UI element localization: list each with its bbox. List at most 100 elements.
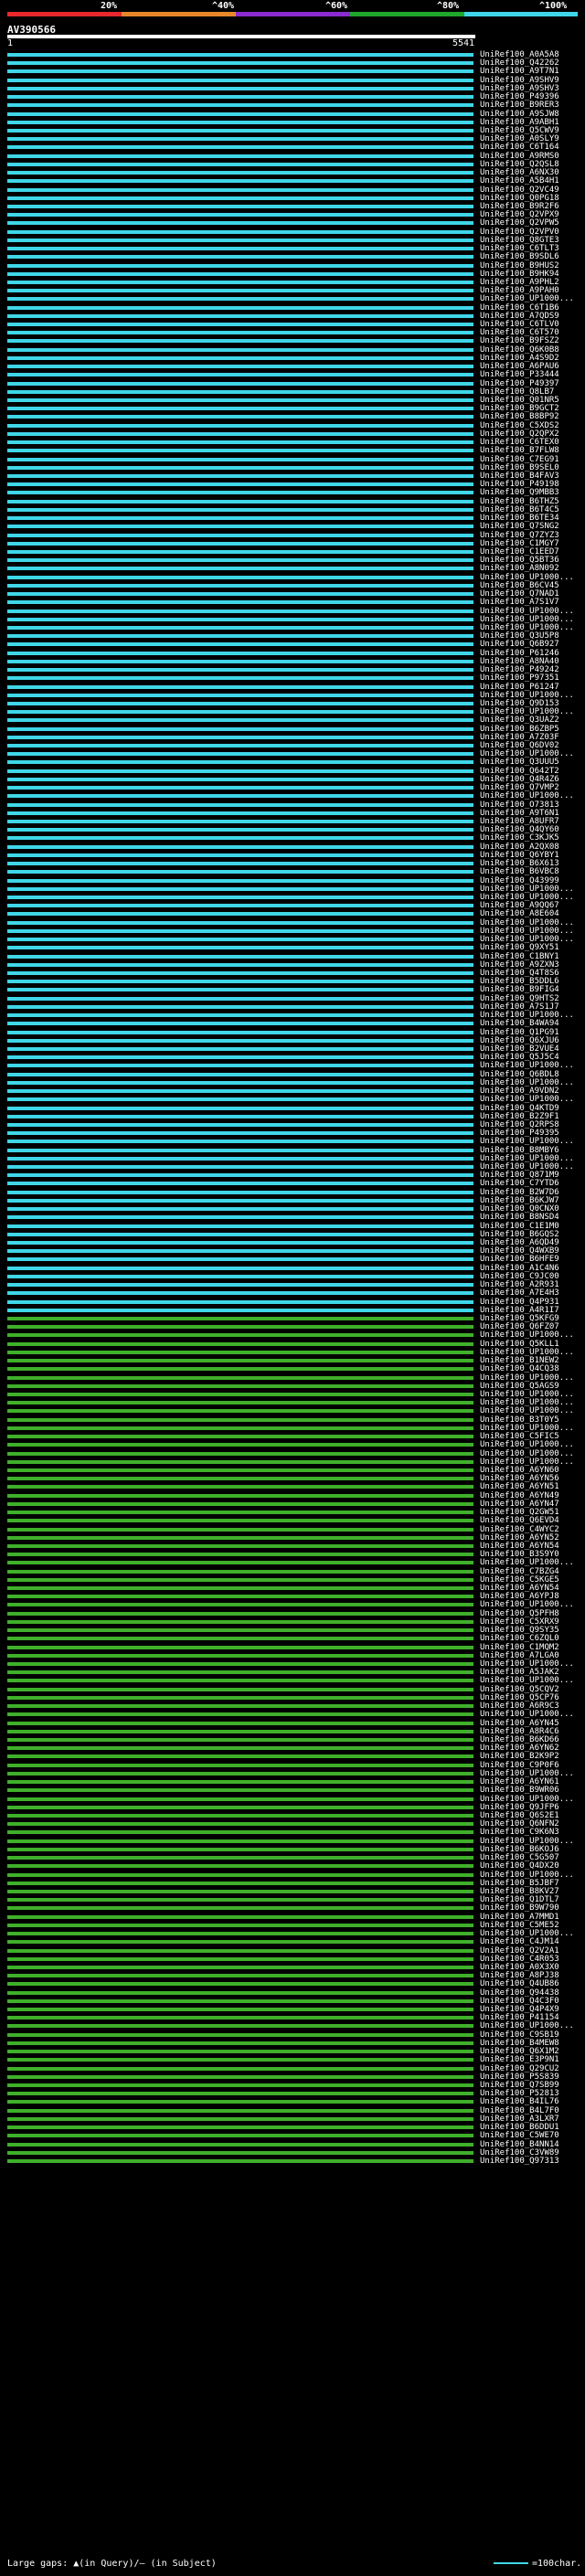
hit-bar[interactable] bbox=[7, 331, 473, 335]
hit-bar[interactable] bbox=[7, 1561, 473, 1565]
hit-bar[interactable] bbox=[7, 853, 473, 857]
hit-bar[interactable] bbox=[7, 1333, 473, 1338]
hit-bar[interactable] bbox=[7, 920, 473, 925]
hit-bar[interactable] bbox=[7, 2116, 473, 2121]
hit-bar[interactable] bbox=[7, 760, 473, 765]
hit-bar[interactable] bbox=[7, 1257, 473, 1262]
hit-bar[interactable] bbox=[7, 1485, 473, 1489]
hit-bar[interactable] bbox=[7, 1619, 473, 1624]
hit-bar[interactable] bbox=[7, 1914, 473, 1919]
hit-bar[interactable] bbox=[7, 701, 473, 705]
hit-bar[interactable] bbox=[7, 482, 473, 487]
hit-bar[interactable] bbox=[7, 1401, 473, 1405]
hit-bar[interactable] bbox=[7, 1299, 473, 1304]
hit-bar[interactable] bbox=[7, 575, 473, 579]
hit-bar[interactable] bbox=[7, 2092, 473, 2096]
hit-bar[interactable] bbox=[7, 2142, 473, 2147]
hit-bar[interactable] bbox=[7, 507, 473, 512]
hit-bar[interactable] bbox=[7, 988, 473, 992]
hit-bar[interactable] bbox=[7, 617, 473, 621]
hit-bar[interactable] bbox=[7, 928, 473, 933]
hit-bar[interactable] bbox=[7, 600, 473, 605]
hit-bar[interactable] bbox=[7, 1763, 473, 1767]
hit-bar[interactable] bbox=[7, 1569, 473, 1574]
hit-bar[interactable] bbox=[7, 525, 473, 529]
hit-bar[interactable] bbox=[7, 752, 473, 757]
hit-bar[interactable] bbox=[7, 1317, 473, 1320]
hit-bar[interactable] bbox=[7, 2058, 473, 2062]
hit-bar[interactable] bbox=[7, 128, 473, 133]
hit-bar[interactable] bbox=[7, 2008, 473, 2012]
hit-bar[interactable] bbox=[7, 499, 473, 504]
hit-bar[interactable] bbox=[7, 1325, 473, 1330]
hit-bar[interactable] bbox=[7, 465, 473, 470]
hit-bar[interactable] bbox=[7, 229, 473, 234]
hit-bar[interactable] bbox=[7, 69, 473, 74]
hit-bar[interactable] bbox=[7, 187, 473, 192]
hit-bar[interactable] bbox=[7, 1797, 473, 1801]
hit-bar[interactable] bbox=[7, 1738, 473, 1742]
hit-bar[interactable] bbox=[7, 1435, 473, 1439]
hit-bar[interactable] bbox=[7, 2100, 473, 2104]
hit-bar[interactable] bbox=[7, 1653, 473, 1658]
hit-bar[interactable] bbox=[7, 171, 473, 175]
hit-bar[interactable] bbox=[7, 95, 473, 100]
hit-bar[interactable] bbox=[7, 2024, 473, 2029]
hit-bar[interactable] bbox=[7, 1847, 473, 1851]
hit-bar[interactable] bbox=[7, 213, 473, 217]
hit-bar[interactable] bbox=[7, 1923, 473, 1927]
hit-bar[interactable] bbox=[7, 625, 473, 630]
hit-bar[interactable] bbox=[7, 339, 473, 344]
hit-bar[interactable] bbox=[7, 651, 473, 655]
hit-bar[interactable] bbox=[7, 1553, 473, 1557]
hit-bar[interactable] bbox=[7, 355, 473, 360]
hit-bar[interactable] bbox=[7, 347, 473, 352]
hit-bar[interactable] bbox=[7, 609, 473, 613]
hit-bar[interactable] bbox=[7, 1165, 473, 1170]
hit-bar[interactable] bbox=[7, 53, 473, 57]
hit-bar[interactable] bbox=[7, 1704, 473, 1709]
hit-bar[interactable] bbox=[7, 440, 473, 445]
hit-bar[interactable] bbox=[7, 659, 473, 663]
hit-bar[interactable] bbox=[7, 1595, 473, 1599]
hit-bar[interactable] bbox=[7, 137, 473, 142]
hit-bar[interactable] bbox=[7, 1383, 473, 1388]
hit-bar[interactable] bbox=[7, 693, 473, 697]
hit-bar[interactable] bbox=[7, 305, 473, 310]
hit-bar[interactable] bbox=[7, 1839, 473, 1843]
hit-bar[interactable] bbox=[7, 583, 473, 588]
hit-bar[interactable] bbox=[7, 634, 473, 639]
hit-bar[interactable] bbox=[7, 381, 473, 386]
hit-bar[interactable] bbox=[7, 1628, 473, 1633]
hit-bar[interactable] bbox=[7, 1493, 473, 1498]
hit-bar[interactable] bbox=[7, 1721, 473, 1725]
hit-bar[interactable] bbox=[7, 896, 473, 899]
hit-bar[interactable] bbox=[7, 449, 473, 453]
hit-bar[interactable] bbox=[7, 996, 473, 1001]
hit-label[interactable]: UniRef100_Q97313 bbox=[480, 2157, 559, 2166]
hit-bar[interactable] bbox=[7, 103, 473, 108]
hit-bar[interactable] bbox=[7, 2159, 473, 2163]
hit-bar[interactable] bbox=[7, 1577, 473, 1582]
hit-bar[interactable] bbox=[7, 777, 473, 781]
hit-bar[interactable] bbox=[7, 558, 473, 563]
hit-bar[interactable] bbox=[7, 2066, 473, 2071]
hit-bar[interactable] bbox=[7, 1982, 473, 1987]
hit-bar[interactable] bbox=[7, 457, 473, 461]
hit-bar[interactable] bbox=[7, 1148, 473, 1152]
hit-bar[interactable] bbox=[7, 1729, 473, 1733]
hit-bar[interactable] bbox=[7, 1274, 473, 1278]
hit-bar[interactable] bbox=[7, 2041, 473, 2045]
hit-bar[interactable] bbox=[7, 726, 473, 731]
hit-bar[interactable] bbox=[7, 541, 473, 546]
hit-bar[interactable] bbox=[7, 491, 473, 495]
hit-bar[interactable] bbox=[7, 289, 473, 293]
hit-bar[interactable] bbox=[7, 820, 473, 824]
hit-bar[interactable] bbox=[7, 1283, 473, 1288]
hit-bar[interactable] bbox=[7, 1030, 473, 1034]
hit-bar[interactable] bbox=[7, 886, 473, 891]
hit-bar[interactable] bbox=[7, 255, 473, 260]
hit-bar[interactable] bbox=[7, 271, 473, 276]
hit-bar[interactable] bbox=[7, 297, 473, 302]
hit-bar[interactable] bbox=[7, 592, 473, 597]
